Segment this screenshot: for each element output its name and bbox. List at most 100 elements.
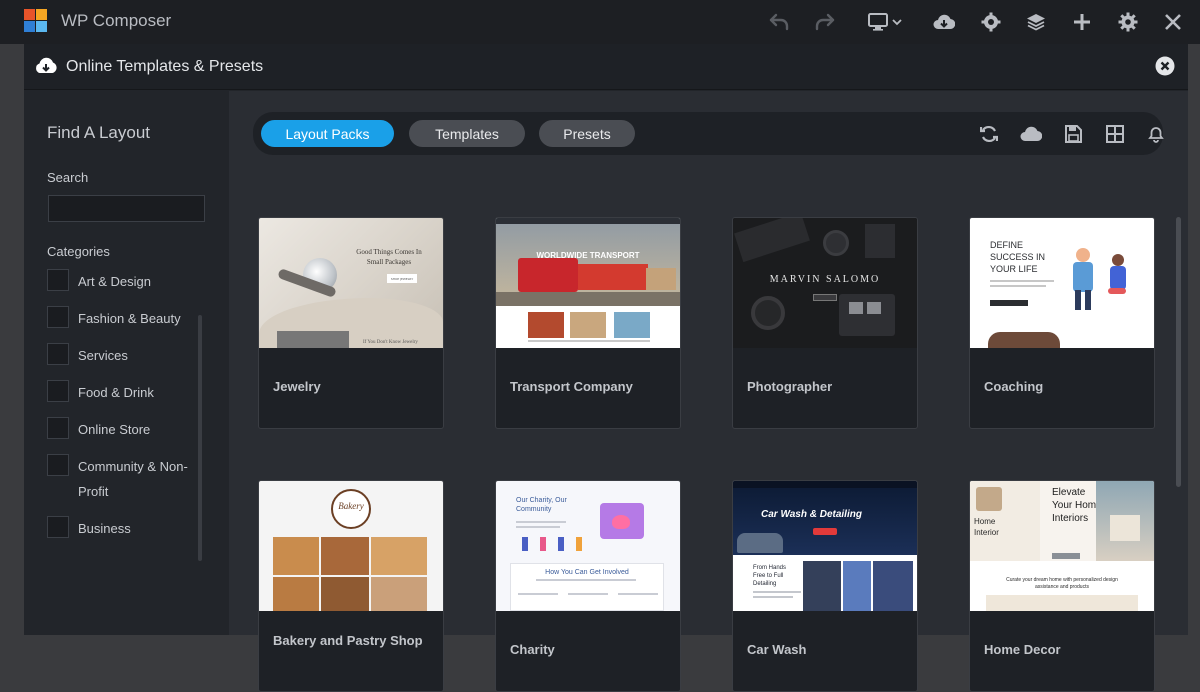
monitor-icon[interactable] xyxy=(867,10,889,34)
thumb-text: assistance and products xyxy=(1035,584,1089,590)
home-decor-thumbnail[interactable]: Home Interior Elevate Your Home Interior… xyxy=(970,481,1154,611)
gear-icon[interactable] xyxy=(1116,10,1140,34)
tab-presets[interactable]: Presets xyxy=(539,120,635,147)
templates-dialog: Online Templates & Presets Find A Layout… xyxy=(24,44,1188,692)
category-checkbox[interactable] xyxy=(47,269,69,291)
app-title: WP Composer xyxy=(61,11,172,30)
top-bar: WP Composer xyxy=(0,0,1200,44)
cloud-download-icon xyxy=(36,57,57,73)
category-fashion-beauty[interactable]: Fashion & Beauty xyxy=(47,306,193,331)
category-services[interactable]: Services xyxy=(47,343,193,368)
category-art-design[interactable]: Art & Design xyxy=(47,269,193,294)
card-label: Coaching xyxy=(984,379,1044,394)
search-input[interactable] xyxy=(48,195,205,222)
layout-card-transport-company[interactable]: WORLDWIDE TRANSPORT Transport Company xyxy=(495,217,681,429)
card-label: Transport Company xyxy=(510,379,633,394)
cloud-download-icon[interactable] xyxy=(932,10,956,34)
category-online-store[interactable]: Online Store xyxy=(47,417,193,442)
layout-card-jewelry[interactable]: Good Things Comes In Small Packages SHOP… xyxy=(258,217,444,429)
redo-icon[interactable] xyxy=(813,10,837,34)
category-checkbox[interactable] xyxy=(47,417,69,439)
card-label: Photographer xyxy=(747,379,833,394)
jewelry-thumbnail[interactable]: Good Things Comes In Small Packages SHOP… xyxy=(259,218,443,348)
category-label: Art & Design xyxy=(78,274,151,289)
category-community-non-profit[interactable]: Community & Non-Profit xyxy=(47,454,193,504)
thumb-text: From Hands xyxy=(753,565,787,571)
category-label: Online Store xyxy=(78,422,151,437)
coaching-thumbnail[interactable]: DEFINE SUCCESS IN YOUR LIFE xyxy=(970,218,1154,348)
grid-icon[interactable] xyxy=(1104,123,1126,145)
thumb-text: WORLDWIDE TRANSPORT xyxy=(536,251,640,260)
layout-card-home-decor[interactable]: Home Interior Elevate Your Home Interior… xyxy=(969,480,1155,692)
cloud-icon[interactable] xyxy=(1020,123,1042,145)
plus-icon[interactable] xyxy=(1070,10,1094,34)
layers-icon[interactable] xyxy=(1024,10,1048,34)
category-label: Services xyxy=(78,348,128,363)
thumb-text: Elevate xyxy=(1052,487,1086,498)
category-label: Community & Non-Profit xyxy=(78,459,188,499)
layout-card-coaching[interactable]: DEFINE SUCCESS IN YOUR LIFE Coaching xyxy=(969,217,1155,429)
category-checkbox[interactable] xyxy=(47,516,69,538)
settings-cog-icon[interactable] xyxy=(979,10,1003,34)
layout-card-car-wash[interactable]: Car Wash & Detailing From Hands Free to … xyxy=(732,480,918,692)
card-label: Bakery and Pastry Shop xyxy=(273,633,423,648)
thumb-text: YOUR LIFE xyxy=(990,264,1038,274)
category-label: Food & Drink xyxy=(78,385,154,400)
search-label: Search xyxy=(47,170,89,185)
layout-card-photographer[interactable]: MARVIN SALOMO Photographer xyxy=(732,217,918,429)
transport-thumbnail[interactable]: WORLDWIDE TRANSPORT xyxy=(496,218,680,348)
layout-card-charity[interactable]: Our Charity, Our Community How You Can G… xyxy=(495,480,681,692)
charity-thumbnail[interactable]: Our Charity, Our Community How You Can G… xyxy=(496,481,680,611)
thumb-text: Detailing xyxy=(753,581,777,587)
categories-label: Categories xyxy=(47,244,110,259)
thumb-text: Car Wash & Detailing xyxy=(761,509,862,520)
thumb-text: Our Charity, Our xyxy=(516,497,567,504)
save-icon[interactable] xyxy=(1062,123,1084,145)
thumb-text: MARVIN SALOMO xyxy=(769,274,881,285)
category-checkbox[interactable] xyxy=(47,306,69,328)
thumb-text: Interior xyxy=(974,528,999,537)
undo-icon[interactable] xyxy=(767,10,791,34)
layout-card-bakery[interactable]: Bakery Bakery and Pastry Shop xyxy=(258,480,444,692)
filter-sidebar: Find A Layout Search Categories Art & De… xyxy=(24,91,229,635)
bell-icon[interactable] xyxy=(1145,123,1167,145)
thumb-text: Curate your dream home with personalized… xyxy=(1006,577,1118,583)
layout-grid-panel: Layout Packs Templates Presets Good Thin… xyxy=(229,91,1188,692)
bakery-thumbnail[interactable]: Bakery xyxy=(259,481,443,611)
photographer-thumbnail[interactable]: MARVIN SALOMO xyxy=(733,218,917,348)
refresh-icon[interactable] xyxy=(978,123,1000,145)
category-label: Business xyxy=(78,521,131,536)
tab-templates[interactable]: Templates xyxy=(409,120,525,147)
category-checkbox[interactable] xyxy=(47,454,69,476)
sidebar-scrollbar[interactable] xyxy=(198,315,202,561)
close-dialog-icon[interactable] xyxy=(1155,56,1175,76)
dialog-header: Online Templates & Presets xyxy=(24,44,1188,90)
layout-toolbar: Layout Packs Templates Presets xyxy=(253,112,1164,155)
thumb-text: SUCCESS IN xyxy=(990,252,1046,262)
thumb-text: Small Packages xyxy=(366,258,412,266)
thumb-text: If You Don't Know Jewelry xyxy=(363,340,418,345)
thumb-text: Bakery xyxy=(338,501,364,511)
close-icon[interactable] xyxy=(1161,10,1185,34)
card-label: Home Decor xyxy=(984,642,1061,657)
thumb-text: SHOP JEWELRY xyxy=(387,274,417,283)
card-label: Jewelry xyxy=(273,379,321,394)
thumb-text: DEFINE xyxy=(990,240,1024,250)
tab-layout-packs[interactable]: Layout Packs xyxy=(261,120,394,147)
thumb-text: Interiors xyxy=(1052,513,1089,524)
thumb-text: Community xyxy=(516,506,552,513)
card-label: Charity xyxy=(510,642,555,657)
thumb-text: Your Home xyxy=(1052,500,1102,511)
car-wash-thumbnail[interactable]: Car Wash & Detailing From Hands Free to … xyxy=(733,481,917,611)
chevron-down-icon[interactable] xyxy=(890,10,904,34)
thumb-text: Free to Full xyxy=(753,573,784,579)
category-label: Fashion & Beauty xyxy=(78,311,181,326)
main-scrollbar[interactable] xyxy=(1176,217,1181,487)
thumb-text: Home xyxy=(974,517,996,526)
category-checkbox[interactable] xyxy=(47,343,69,365)
thumb-text: How You Can Get Involved xyxy=(545,569,629,576)
category-business[interactable]: Business xyxy=(47,516,193,541)
category-checkbox[interactable] xyxy=(47,380,69,402)
category-food-drink[interactable]: Food & Drink xyxy=(47,380,193,405)
thumb-text: Good Things Comes In xyxy=(356,248,422,256)
